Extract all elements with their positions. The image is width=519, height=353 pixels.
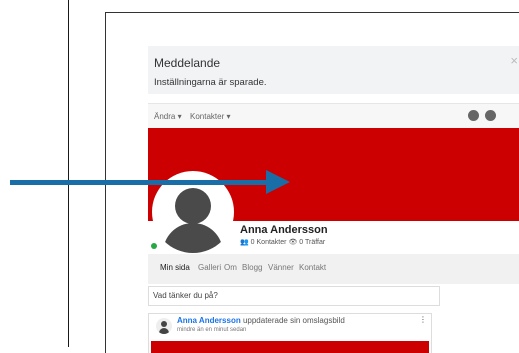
post-avatar[interactable]	[156, 318, 172, 334]
online-status-icon	[151, 243, 157, 249]
profile-nav: Min sida Galleri Om Blogg Vänner Kontakt	[148, 254, 519, 284]
more-options-icon[interactable]: ⋮	[419, 315, 427, 324]
post-timestamp: mindre än en minut sedan	[177, 327, 247, 333]
notification-panel: Meddelande Inställningarna är sparade. ×	[148, 46, 519, 94]
profile-stats: 👥 0 Kontakter 👁 0 Träffar	[240, 238, 325, 246]
status-input[interactable]: Vad tänker du på?	[148, 286, 440, 306]
post-avatar-head	[161, 321, 167, 327]
mail-icon[interactable]	[485, 110, 496, 121]
profile-toolbar: Ändra ▾ Kontakter ▾	[148, 103, 519, 129]
contacts-icon: 👥	[240, 239, 249, 246]
annotation-arrow-shaft	[10, 180, 268, 185]
tab-min-sida[interactable]: Min sida	[160, 263, 190, 272]
eye-icon: 👁	[288, 239, 298, 246]
post-action-text: uppdaterade sin omslagsbild	[240, 316, 345, 325]
globe-icon[interactable]	[468, 110, 479, 121]
post-headline: Anna Andersson uppdaterade sin omslagsbi…	[177, 316, 345, 325]
contacts-dropdown[interactable]: Kontakter ▾	[190, 112, 230, 121]
tab-galleri[interactable]: Galleri	[198, 263, 221, 272]
annotation-arrow-head	[266, 170, 290, 194]
left-divider-line	[68, 0, 69, 347]
tab-vanner[interactable]: Vänner	[268, 263, 294, 272]
views-count: 0 Träffar	[299, 239, 326, 246]
notification-text: Inställningarna är sparade.	[154, 77, 267, 88]
feed-post: Anna Andersson uppdaterade sin omslagsbi…	[148, 313, 432, 353]
post-cover-image[interactable]	[151, 341, 429, 353]
tab-blogg[interactable]: Blogg	[242, 263, 262, 272]
edit-dropdown[interactable]: Ändra ▾	[154, 112, 182, 121]
notification-title: Meddelande	[154, 56, 221, 70]
profile-name: Anna Andersson	[240, 224, 328, 236]
tab-om[interactable]: Om	[224, 263, 237, 272]
contacts-count[interactable]: 0 Kontakter	[251, 239, 287, 246]
post-author-link[interactable]: Anna Andersson	[177, 316, 241, 325]
avatar-head-shape	[175, 188, 211, 224]
post-avatar-body	[159, 328, 169, 334]
avatar-body-shape	[163, 223, 223, 253]
close-icon[interactable]: ×	[510, 53, 518, 68]
tab-kontakt[interactable]: Kontakt	[299, 263, 326, 272]
